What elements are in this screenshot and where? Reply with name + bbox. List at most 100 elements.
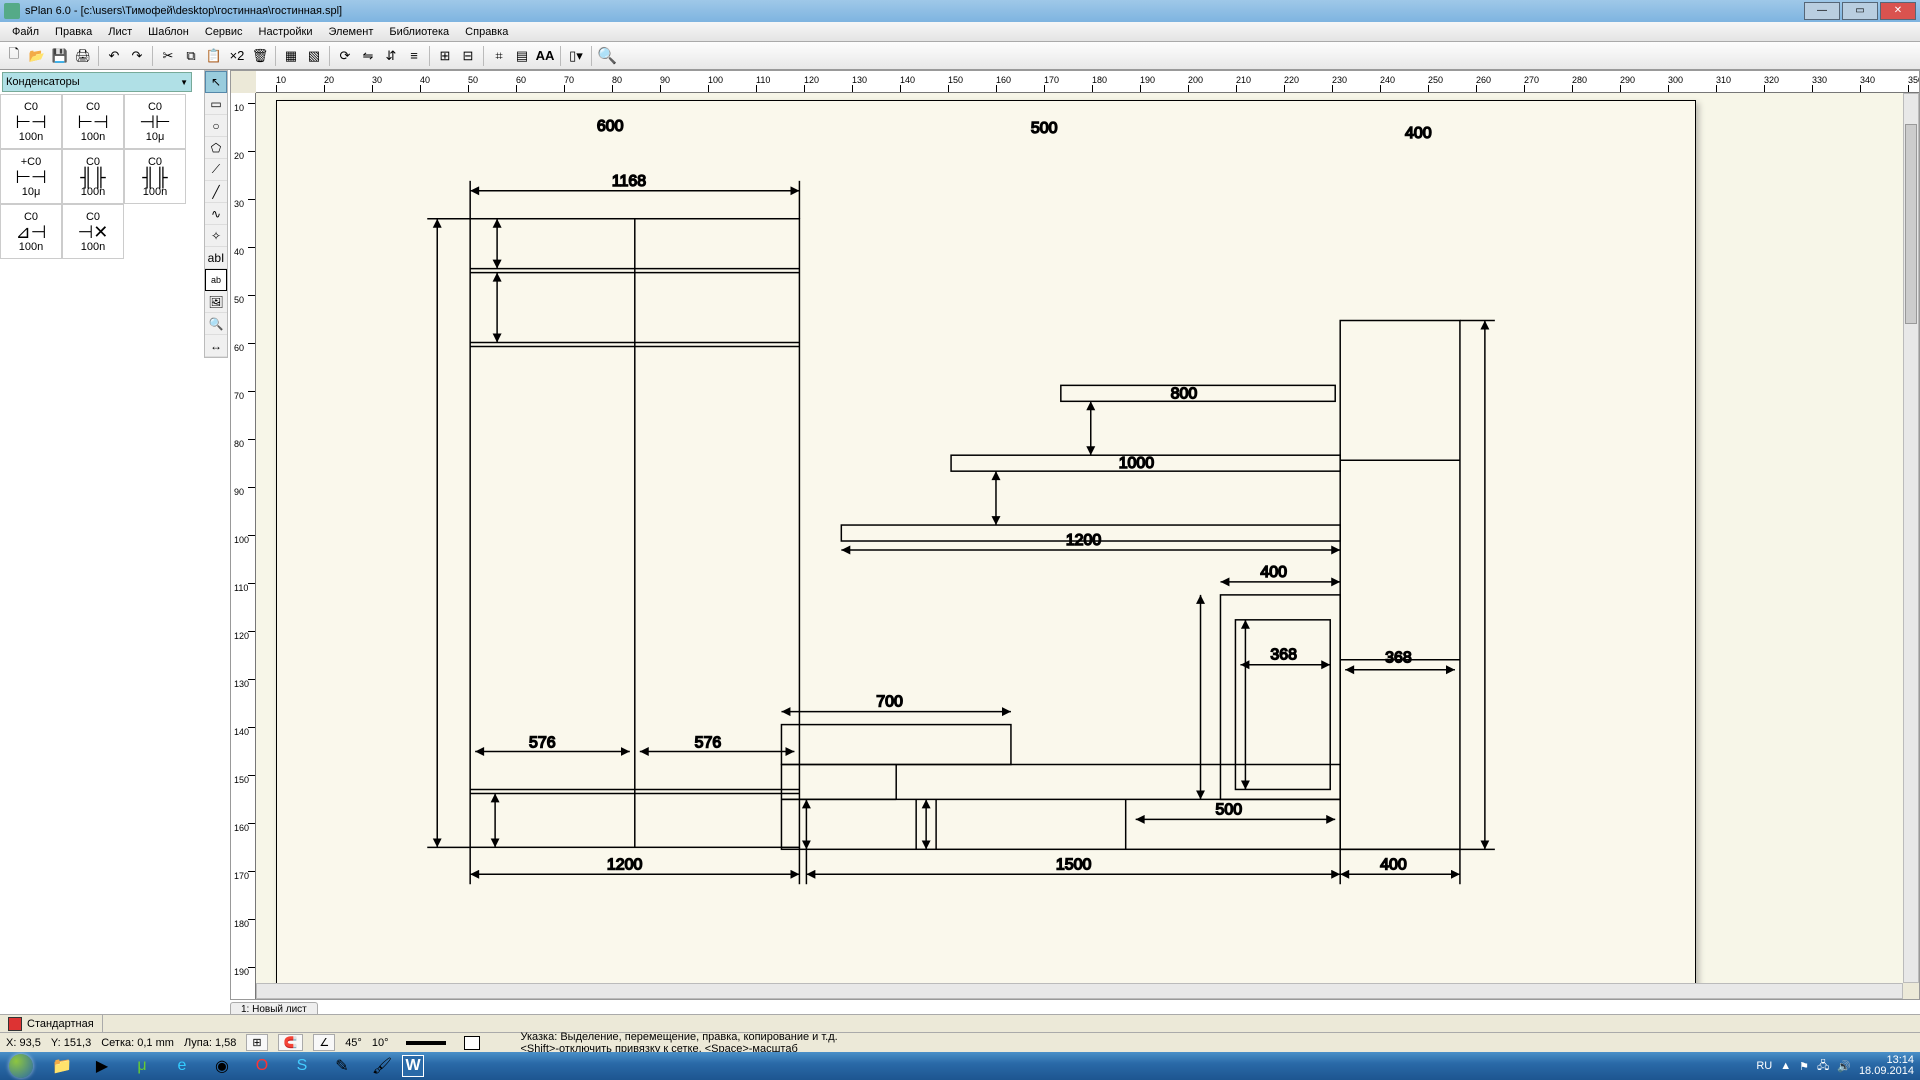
paste-icon[interactable]: 📋 xyxy=(203,45,225,67)
copy-icon[interactable]: ⧉ xyxy=(180,45,202,67)
align-icon[interactable]: ≡ xyxy=(403,45,425,67)
node-tool-icon[interactable]: ✧ xyxy=(205,225,227,247)
menu-element[interactable]: Элемент xyxy=(320,24,381,40)
angle-10[interactable]: 10° xyxy=(372,1037,389,1049)
lib-item[interactable]: C0⊢⊣100n xyxy=(0,94,62,149)
measure-tool-icon[interactable]: ↔ xyxy=(205,335,227,357)
taskbar-wmp-icon[interactable]: ▶ xyxy=(82,1052,122,1080)
windows-orb-icon xyxy=(9,1054,33,1078)
redo-icon[interactable]: ↷ xyxy=(126,45,148,67)
rect-tool-icon[interactable]: ▭ xyxy=(205,93,227,115)
taskbar-ie-icon[interactable]: e xyxy=(162,1052,202,1080)
svg-text:576: 576 xyxy=(529,735,556,752)
delete-icon[interactable]: 🗑 xyxy=(249,45,271,67)
components-icon[interactable]: AA xyxy=(534,45,556,67)
maximize-button[interactable]: ▭ xyxy=(1842,2,1878,20)
lib-item[interactable]: C0⊣⊢10μ xyxy=(124,94,186,149)
back-icon[interactable]: ▧ xyxy=(303,45,325,67)
poly-tool-icon[interactable]: ⟋ xyxy=(205,159,227,181)
menu-help[interactable]: Справка xyxy=(457,24,516,40)
tray-volume-icon[interactable]: 🔊 xyxy=(1837,1060,1851,1073)
menu-template[interactable]: Шаблон xyxy=(140,24,197,40)
svg-text:500: 500 xyxy=(1031,120,1058,137)
tray-flag-icon[interactable]: ▲ xyxy=(1780,1060,1791,1072)
special-tool-icon[interactable]: ⬠ xyxy=(205,137,227,159)
group-icon[interactable]: ⊞ xyxy=(434,45,456,67)
snap-toggle-icon[interactable]: 🧲 xyxy=(278,1034,304,1051)
cut-icon[interactable]: ✂ xyxy=(157,45,179,67)
taskbar-explorer-icon[interactable]: 📁 xyxy=(42,1052,82,1080)
tray-network-icon[interactable]: 🖧 xyxy=(1817,1057,1829,1076)
ungroup-icon[interactable]: ⊟ xyxy=(457,45,479,67)
label-tool-icon[interactable]: ab xyxy=(205,269,227,291)
image-tool-icon[interactable]: 🖼 xyxy=(205,291,227,313)
line-tool-icon[interactable]: ╱ xyxy=(205,181,227,203)
menu-file[interactable]: Файл xyxy=(4,24,47,40)
separator xyxy=(483,46,484,66)
text-tool-icon[interactable]: abI xyxy=(205,247,227,269)
taskbar-chrome-icon[interactable]: ◉ xyxy=(202,1052,242,1080)
rotate-icon[interactable]: ⟳ xyxy=(334,45,356,67)
fill-preview[interactable] xyxy=(464,1036,480,1050)
lib-item[interactable]: +C0⊢⊣10μ xyxy=(0,149,62,204)
start-button[interactable] xyxy=(0,1052,42,1080)
taskbar-word-icon[interactable]: W xyxy=(402,1055,424,1077)
undo-icon[interactable]: ↶ xyxy=(103,45,125,67)
taskbar-opera-icon[interactable]: O xyxy=(242,1052,282,1080)
taskbar-splan-icon[interactable]: ✎ xyxy=(322,1052,362,1080)
mirror-v-icon[interactable]: ⇵ xyxy=(380,45,402,67)
print-icon[interactable]: 🖨 xyxy=(72,45,94,67)
pointer-tool-icon[interactable]: ↖ xyxy=(205,71,227,93)
grid-show-icon[interactable]: ▤ xyxy=(511,45,533,67)
lineweight-preview[interactable] xyxy=(406,1041,446,1045)
lib-item[interactable]: C0⊢⊣100n xyxy=(62,94,124,149)
mirror-h-icon[interactable]: ⇋ xyxy=(357,45,379,67)
menu-settings[interactable]: Настройки xyxy=(251,24,321,40)
bezier-tool-icon[interactable]: ∿ xyxy=(205,203,227,225)
lib-item[interactable]: C0╢╟100n xyxy=(124,149,186,204)
zoom-tool-icon[interactable]: 🔍 xyxy=(205,313,227,335)
new-icon[interactable]: 🗋 xyxy=(3,45,25,67)
taskbar-utorrent-icon[interactable]: μ xyxy=(122,1052,162,1080)
svg-text:1000: 1000 xyxy=(1119,455,1155,472)
front-icon[interactable]: ▦ xyxy=(280,45,302,67)
snap-icon[interactable]: ⌗ xyxy=(488,45,510,67)
close-button[interactable]: ✕ xyxy=(1880,2,1916,20)
angle-toggle-icon[interactable]: ∠ xyxy=(313,1034,335,1051)
tray-action-icon[interactable]: ⚑ xyxy=(1799,1060,1809,1073)
svg-text:368: 368 xyxy=(1270,647,1297,664)
minimize-button[interactable]: — xyxy=(1804,2,1840,20)
svg-text:576: 576 xyxy=(695,735,722,752)
library-category-dropdown[interactable]: Конденсаторы xyxy=(2,72,192,92)
menu-edit[interactable]: Правка xyxy=(47,24,100,40)
lib-item[interactable]: C0⊿⊣100n xyxy=(0,204,62,259)
open-icon[interactable]: 📂 xyxy=(26,45,48,67)
taskbar-paint-icon[interactable]: 🖌 xyxy=(362,1052,402,1080)
lib-item[interactable]: C0⊣✕100n xyxy=(62,204,124,259)
main-toolbar: 🗋 📂 💾 🖨 ↶ ↷ ✂ ⧉ 📋 ×2 🗑 ▦ ▧ ⟳ ⇋ ⇵ ≡ ⊞ ⊟ ⌗… xyxy=(0,42,1920,70)
svg-text:1500: 1500 xyxy=(1056,856,1092,873)
angle-45[interactable]: 45° xyxy=(345,1037,362,1049)
lib-item[interactable]: C0╢╟100n xyxy=(62,149,124,204)
library-panel: Конденсаторы C0⊢⊣100n C0⊢⊣100n C0⊣⊢10μ +… xyxy=(0,70,200,259)
drawing-page[interactable]: 600 500 400 1168 250 250 xyxy=(276,100,1696,983)
page-icon[interactable]: ▯▾ xyxy=(565,45,587,67)
zoom-icon[interactable]: 🔍 xyxy=(596,45,618,67)
vertical-scrollbar[interactable] xyxy=(1903,93,1919,983)
separator xyxy=(591,46,592,66)
horizontal-scrollbar[interactable] xyxy=(256,983,1903,999)
menu-sheet[interactable]: Лист xyxy=(100,24,140,40)
menu-library[interactable]: Библиотека xyxy=(381,24,457,40)
status-bar-upper: Стандартная xyxy=(0,1014,1920,1032)
save-icon[interactable]: 💾 xyxy=(49,45,71,67)
drawing-canvas[interactable]: 600 500 400 1168 250 250 xyxy=(256,93,1903,983)
color-swatch xyxy=(8,1017,22,1031)
scrollbar-thumb[interactable] xyxy=(1905,124,1917,324)
circle-tool-icon[interactable]: ○ xyxy=(205,115,227,137)
tray-lang[interactable]: RU xyxy=(1756,1060,1772,1072)
tray-clock[interactable]: 13:1418.09.2014 xyxy=(1859,1055,1914,1077)
grid-toggle-icon[interactable]: ⊞ xyxy=(246,1034,267,1051)
taskbar-skype-icon[interactable]: S xyxy=(282,1052,322,1080)
menu-service[interactable]: Сервис xyxy=(197,24,251,40)
dup-icon[interactable]: ×2 xyxy=(226,45,248,67)
